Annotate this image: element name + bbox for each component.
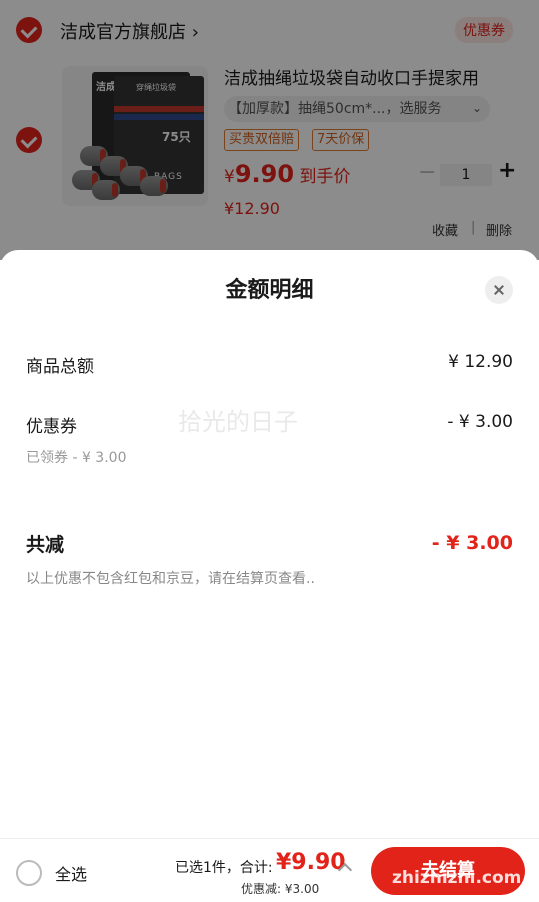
dim-overlay[interactable] <box>0 0 539 260</box>
discount-summary: 优惠减: ¥3.00 <box>241 882 320 896</box>
selected-summary: 已选1件，合计: <box>175 860 273 876</box>
total-discount-value: - ¥ 3.00 <box>431 532 513 554</box>
select-all-radio[interactable] <box>16 860 42 886</box>
watermark-text: 拾光的日子 <box>178 408 298 436</box>
sheet-title: 金额明细 <box>225 278 314 303</box>
coupon-claimed: 已领券 - ¥ 3.00 <box>26 450 127 466</box>
coupon-value: - ¥ 3.00 <box>447 412 513 432</box>
discount-note: 以上优惠不包含红包和京豆，请在结算页查看.. <box>26 571 315 587</box>
total-amount-value: ¥ 12.90 <box>448 352 513 372</box>
total-discount-label: 共减 <box>26 534 65 556</box>
total-amount-label: 商品总额 <box>26 357 94 377</box>
corner-watermark: zhizhizhi.com <box>392 868 522 888</box>
amount-detail-sheet: 金额明细 商品总额 ¥ 12.90 优惠券 - ¥ 3.00 已领券 - ¥ 3… <box>0 250 539 838</box>
total-price: ¥9.90 <box>276 850 346 875</box>
select-all-label[interactable]: 全选 <box>55 861 87 885</box>
close-icon[interactable] <box>485 276 513 304</box>
coupon-label: 优惠券 <box>26 417 77 437</box>
